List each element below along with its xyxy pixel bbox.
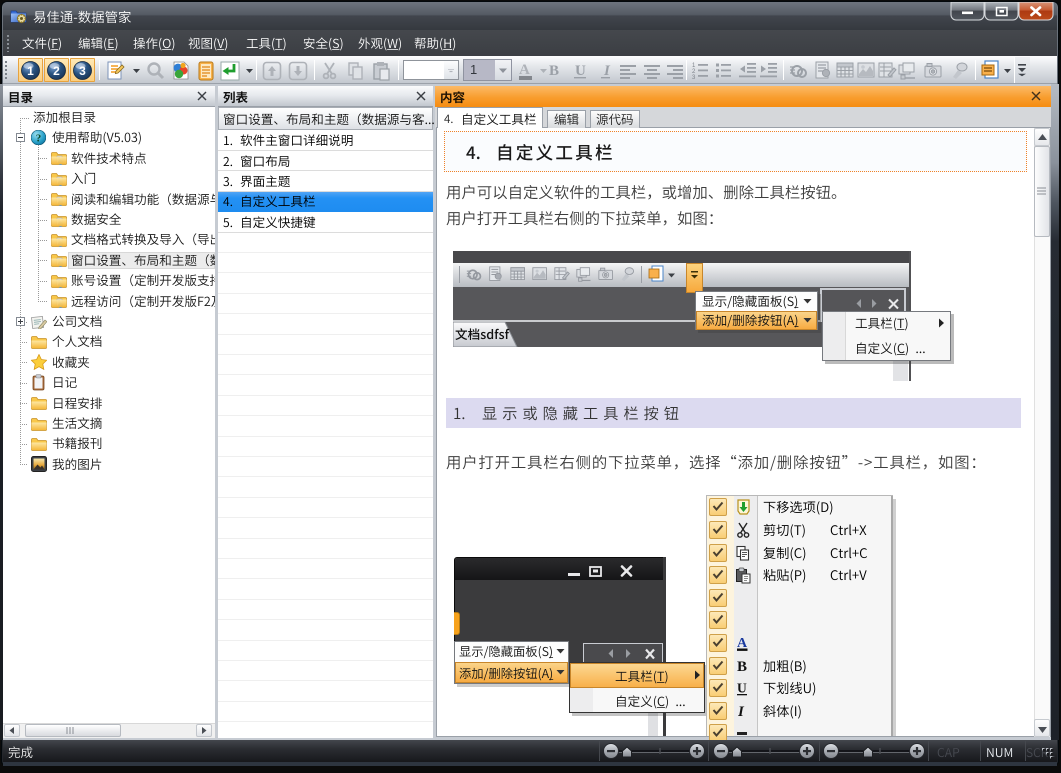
svg-text:B: B	[549, 63, 559, 79]
svg-text:1: 1	[27, 64, 34, 78]
svg-text:U: U	[737, 681, 747, 696]
svg-text:3: 3	[79, 64, 86, 78]
svg-text:A: A	[519, 62, 530, 78]
svg-text:B: B	[737, 659, 747, 675]
svg-text:3: 3	[692, 75, 696, 80]
svg-text:U: U	[575, 63, 586, 79]
svg-text:I: I	[603, 63, 611, 79]
svg-text:?: ?	[36, 133, 42, 145]
svg-text:2: 2	[53, 64, 60, 78]
svg-text:I: I	[738, 704, 745, 720]
